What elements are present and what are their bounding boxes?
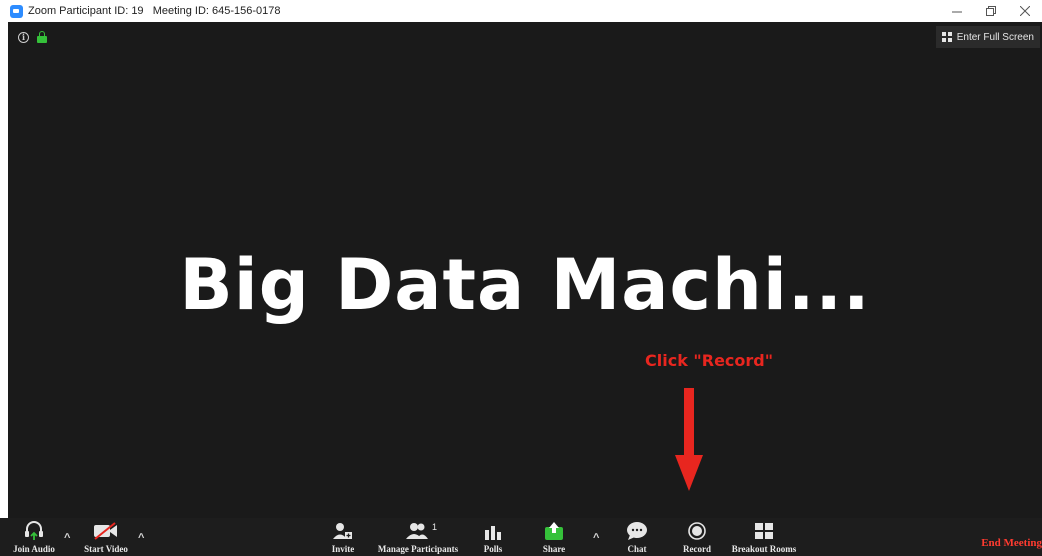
annotation-arrow-shaft: [684, 388, 694, 456]
share-screen-icon: [544, 518, 564, 540]
breakout-rooms-icon: [754, 518, 774, 540]
record-button[interactable]: Record: [680, 518, 714, 556]
join-audio-label: Join Audio: [13, 544, 55, 554]
polls-chart-icon: [484, 518, 502, 540]
participants-icon: [405, 518, 431, 540]
record-icon: [688, 518, 706, 540]
minimize-icon[interactable]: [940, 0, 974, 22]
close-icon[interactable]: [1008, 0, 1042, 22]
zoom-logo-icon: [10, 4, 23, 18]
record-label: Record: [683, 544, 711, 554]
share-options-chevron-up-icon[interactable]: ^: [593, 532, 599, 544]
window-title: Zoom Participant ID: 19 Meeting ID: 645-…: [28, 5, 281, 17]
meeting-info-icons: i: [18, 31, 47, 43]
restore-icon[interactable]: [974, 0, 1008, 22]
participant-count-badge: 1: [432, 522, 438, 532]
invite-label: Invite: [331, 544, 355, 554]
video-off-icon: [93, 518, 119, 540]
enter-full-screen-label: Enter Full Screen: [956, 31, 1034, 43]
share-label: Share: [542, 544, 566, 554]
chat-bubble-icon: [626, 518, 648, 540]
meeting-toolbar: Join Audio ^ Start Video ^ Invite Manage…: [0, 518, 1042, 556]
video-options-chevron-up-icon[interactable]: ^: [138, 532, 144, 544]
headphones-icon: [23, 518, 45, 540]
invite-person-icon: [333, 518, 353, 540]
lock-icon[interactable]: [37, 31, 47, 43]
window-controls: [940, 0, 1042, 22]
meeting-view: i Enter Full Screen Big Data Machi...: [8, 22, 1042, 556]
join-audio-button[interactable]: Join Audio: [10, 518, 58, 556]
share-screen-button[interactable]: Share: [540, 518, 568, 556]
annotation-arrow-head: [675, 455, 703, 491]
breakout-rooms-button[interactable]: Breakout Rooms: [728, 518, 800, 556]
polls-button[interactable]: Polls: [480, 518, 506, 556]
audio-options-chevron-up-icon[interactable]: ^: [64, 532, 70, 544]
manage-participants-button[interactable]: Manage Participants: [372, 518, 464, 556]
shared-screen-title: Big Data Machi...: [179, 244, 871, 326]
invite-button[interactable]: Invite: [328, 518, 358, 556]
start-video-button[interactable]: Start Video: [80, 518, 132, 556]
window-title-bar: Zoom Participant ID: 19 Meeting ID: 645-…: [0, 0, 1042, 22]
click-record-annotation: Click "Record": [645, 351, 774, 370]
chat-button[interactable]: Chat: [624, 518, 650, 556]
info-icon[interactable]: i: [18, 31, 29, 43]
manage-participants-label: Manage Participants: [377, 544, 459, 554]
start-video-label: Start Video: [84, 544, 128, 554]
enter-full-screen-button[interactable]: Enter Full Screen: [935, 26, 1040, 48]
polls-label: Polls: [483, 544, 503, 554]
chat-label: Chat: [627, 544, 647, 554]
fullscreen-icon: [941, 32, 952, 42]
breakout-rooms-label: Breakout Rooms: [731, 544, 797, 554]
end-meeting-button[interactable]: End Meeting: [981, 537, 1042, 549]
